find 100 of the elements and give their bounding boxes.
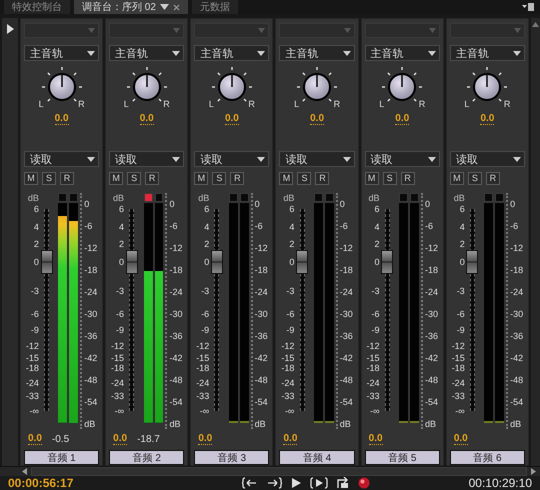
fader-scale-label: 6 <box>34 204 39 214</box>
meter-scale-label: -12 <box>510 243 524 253</box>
clip-indicator[interactable] <box>314 193 323 202</box>
solo-button[interactable]: S <box>127 172 142 185</box>
mute-button[interactable]: M <box>279 172 294 185</box>
vertical-scrollbar[interactable] <box>530 18 540 466</box>
clip-indicator[interactable] <box>240 193 249 202</box>
solo-button[interactable]: S <box>297 172 312 185</box>
clip-indicator[interactable] <box>399 193 408 202</box>
fader-thumb[interactable] <box>381 250 394 274</box>
meter-scale-label: -30 <box>340 309 354 319</box>
scroll-up-icon[interactable] <box>532 22 539 27</box>
track-name-button[interactable]: 音频 1 <box>24 450 100 465</box>
pan-value[interactable]: 0.0 <box>140 113 154 125</box>
meter-scale-label: -24 <box>254 287 269 297</box>
caret-icon <box>344 28 351 33</box>
current-timecode[interactable]: 00:00:56:17 <box>8 476 74 490</box>
automation-dropdown[interactable]: 读取 <box>109 151 184 167</box>
track-name-button[interactable]: 音频 5 <box>364 450 440 465</box>
automation-dropdown[interactable]: 读取 <box>279 151 355 167</box>
solo-button[interactable]: S <box>382 172 397 185</box>
volume-value[interactable]: 0.0 <box>198 433 212 445</box>
pan-value[interactable]: 0.0 <box>54 113 69 125</box>
record-button[interactable]: R <box>230 172 244 185</box>
solo-button[interactable]: S <box>212 172 226 185</box>
panel-tab[interactable]: 元数据 <box>192 0 238 14</box>
output-dropdown[interactable]: 主音轨 <box>450 45 525 61</box>
clip-indicator[interactable] <box>154 193 164 202</box>
fader-thumb[interactable] <box>296 250 308 274</box>
meter-scale-label: -12 <box>340 243 354 253</box>
go-to-in-point-icon[interactable] <box>242 477 258 489</box>
clip-indicator[interactable] <box>495 193 504 202</box>
mute-button[interactable]: M <box>109 172 124 185</box>
fader-thumb[interactable] <box>210 250 223 274</box>
clip-indicator[interactable] <box>144 193 153 202</box>
panel-tab[interactable]: 调音台：序列 02 <box>74 0 188 14</box>
clip-indicator[interactable] <box>484 193 494 202</box>
meter-scale-label: -18 <box>254 265 269 275</box>
fader-thumb[interactable] <box>126 250 138 274</box>
horizontal-scrollbar[interactable] <box>0 466 540 476</box>
track-name-button[interactable]: 音频 4 <box>279 450 355 465</box>
clip-indicator[interactable] <box>58 193 68 202</box>
pan-value[interactable]: 0.0 <box>480 113 494 125</box>
mute-button[interactable]: M <box>24 172 38 185</box>
track-name-button[interactable]: 音频 3 <box>194 450 270 465</box>
output-dropdown[interactable]: 主音轨 <box>364 45 440 61</box>
caret-icon[interactable] <box>160 4 169 10</box>
expand-icon[interactable] <box>6 24 14 34</box>
volume-value[interactable]: 0.0 <box>283 433 298 445</box>
scroll-thumb[interactable] <box>31 467 527 476</box>
scroll-right-icon[interactable] <box>531 468 536 475</box>
output-dropdown[interactable]: 主音轨 <box>279 45 355 61</box>
panel-menu-icon[interactable] <box>522 3 534 11</box>
record-button[interactable]: R <box>486 172 500 185</box>
fader-scale-label: -24 <box>26 378 39 388</box>
record-button[interactable]: R <box>315 172 330 185</box>
solo-button[interactable]: S <box>42 172 56 185</box>
fader-thumb[interactable] <box>466 250 478 274</box>
output-dropdown[interactable]: 主音轨 <box>24 45 100 61</box>
clip-indicator[interactable] <box>69 193 78 202</box>
fader-thumb[interactable] <box>40 250 53 274</box>
loop-icon[interactable] <box>336 477 350 489</box>
mute-button[interactable]: M <box>450 172 464 185</box>
pan-value[interactable]: 0.0 <box>224 113 239 125</box>
record-button[interactable]: R <box>400 172 415 185</box>
fader-scale-label: 2 <box>289 238 294 249</box>
volume-value[interactable]: 0.0 <box>368 433 383 445</box>
meter-scale-label: -54 <box>340 397 354 407</box>
automation-dropdown[interactable]: 读取 <box>364 151 440 167</box>
meter-scale-label: -54 <box>510 397 524 407</box>
record-icon[interactable] <box>358 477 370 489</box>
record-button[interactable]: R <box>60 172 74 185</box>
panel-tab[interactable]: 特效控制台 <box>4 0 70 14</box>
close-icon[interactable] <box>172 4 180 10</box>
automation-dropdown[interactable]: 读取 <box>450 151 525 167</box>
clip-indicator[interactable] <box>410 193 419 202</box>
output-dropdown[interactable]: 主音轨 <box>109 45 184 61</box>
track-name-button[interactable]: 音频 6 <box>450 450 525 465</box>
track-name-button[interactable]: 音频 2 <box>109 450 184 465</box>
pan-value[interactable]: 0.0 <box>310 113 324 125</box>
volume-value[interactable]: 0.0 <box>454 433 468 445</box>
record-button[interactable]: R <box>145 172 160 185</box>
fader-scale-label: -24 <box>281 378 294 388</box>
mute-button[interactable]: M <box>364 172 379 185</box>
clip-indicator[interactable] <box>228 193 238 202</box>
fader-scale-label: -∞ <box>284 406 294 416</box>
automation-dropdown[interactable]: 读取 <box>194 151 270 167</box>
automation-dropdown[interactable]: 读取 <box>24 151 100 167</box>
volume-value[interactable]: 0.0 <box>28 433 42 445</box>
meter-scale-label: -48 <box>169 375 184 385</box>
fader-scale-label: 0 <box>34 257 39 268</box>
play-in-to-out-icon[interactable] <box>310 477 328 489</box>
mute-button[interactable]: M <box>194 172 208 185</box>
output-dropdown[interactable]: 主音轨 <box>194 45 270 61</box>
scroll-left-icon[interactable] <box>22 468 27 475</box>
solo-button[interactable]: S <box>468 172 482 185</box>
clip-indicator[interactable] <box>324 193 334 202</box>
pan-value[interactable]: 0.0 <box>395 113 410 125</box>
volume-value[interactable]: 0.0 <box>113 433 128 445</box>
go-to-out-point-icon[interactable] <box>266 477 282 489</box>
